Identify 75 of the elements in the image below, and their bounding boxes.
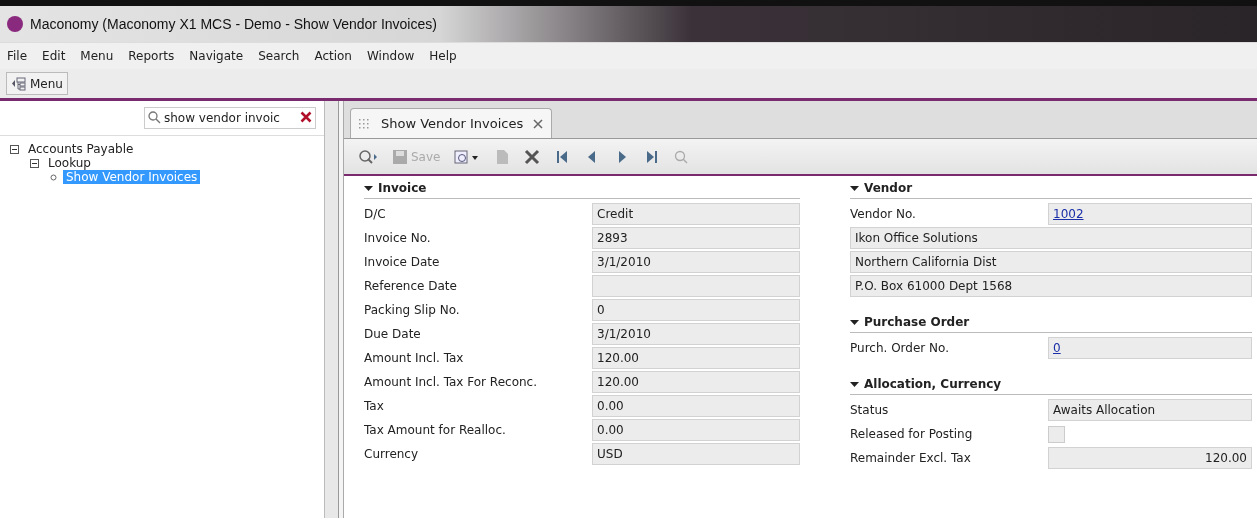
field-label: Amount Incl. Tax <box>364 351 465 365</box>
link-field[interactable]: 0 <box>1048 337 1252 359</box>
tab[interactable]: Show Vendor Invoices <box>350 108 553 138</box>
section-title: Invoice <box>378 181 427 195</box>
field-label: Reference Date <box>364 279 458 293</box>
field-label: Amount Incl. Tax For Reconc. <box>364 375 538 389</box>
menu-item[interactable]: Help <box>429 49 457 63</box>
checkbox[interactable] <box>1048 425 1065 443</box>
search-icon <box>358 148 378 165</box>
text-field[interactable]: 120.00 <box>592 371 800 393</box>
delete-icon <box>524 148 541 165</box>
collapse-icon[interactable] <box>10 144 19 154</box>
text-field[interactable]: 3/1/2010 <box>592 251 800 273</box>
bullet-icon <box>50 173 57 181</box>
section-title: Purchase Order <box>864 315 970 329</box>
field-link[interactable]: 0 <box>1053 341 1061 355</box>
clear-icon[interactable] <box>300 111 312 123</box>
tree-menu-icon <box>11 75 27 92</box>
menu-item[interactable]: Navigate <box>189 49 244 63</box>
expanded-icon[interactable] <box>364 184 373 192</box>
document-icon <box>494 148 511 165</box>
expanded-icon[interactable] <box>850 184 859 192</box>
text-field[interactable]: Credit <box>592 203 800 225</box>
address-field[interactable]: P.O. Box 61000 Dept 1568 <box>850 275 1252 297</box>
save-icon <box>392 148 408 165</box>
tree-item[interactable]: Accounts Payable <box>25 142 137 156</box>
field-label: Remainder Excl. Tax <box>850 451 972 465</box>
search-field[interactable]: show vendor invoic <box>144 107 316 129</box>
expanded-icon[interactable] <box>850 318 859 326</box>
print-preview-icon <box>454 148 481 165</box>
text-field[interactable] <box>592 275 800 297</box>
text-field[interactable]: 2893 <box>592 227 800 249</box>
menu-item[interactable]: Search <box>258 49 300 63</box>
text-field[interactable]: Awaits Allocation <box>1048 399 1252 421</box>
field-label: Invoice Date <box>364 255 441 269</box>
field-label: Packing Slip No. <box>364 303 461 317</box>
app-logo-icon <box>6 15 24 33</box>
menu-item[interactable]: File <box>7 49 28 63</box>
menu-item[interactable]: Edit <box>42 49 66 63</box>
text-field[interactable]: 0 <box>592 299 800 321</box>
menu-item[interactable]: Reports <box>128 49 175 63</box>
section-title: Allocation, Currency <box>864 377 1002 391</box>
menu-item[interactable]: Window <box>367 49 415 63</box>
pane-splitter[interactable] <box>325 101 344 518</box>
text-field[interactable]: USD <box>592 443 800 465</box>
menu-item[interactable]: Menu <box>80 49 114 63</box>
text-field[interactable]: 0.00 <box>592 419 800 441</box>
expanded-icon[interactable] <box>850 380 859 388</box>
amount-field[interactable]: 120.00 <box>1048 447 1252 469</box>
field-label: D/C <box>364 207 387 221</box>
text-field[interactable]: 120.00 <box>592 347 800 369</box>
field-label: Due Date <box>364 327 422 341</box>
section-title: Vendor <box>864 181 913 195</box>
field-label: Tax Amount for Realloc. <box>364 423 507 437</box>
field-label: Invoice No. <box>364 231 432 245</box>
text-field[interactable]: 0.00 <box>592 395 800 417</box>
tree-item[interactable]: Lookup <box>45 156 94 170</box>
field-label: Currency <box>364 447 420 461</box>
field-label: Status <box>850 403 890 417</box>
field-link[interactable]: 1002 <box>1053 207 1084 221</box>
field-label: Vendor No. <box>850 207 917 221</box>
address-field[interactable]: Ikon Office Solutions <box>850 227 1252 249</box>
drag-handle-icon[interactable] <box>359 118 371 129</box>
text-field[interactable]: 3/1/2010 <box>592 323 800 345</box>
close-icon[interactable] <box>533 118 544 129</box>
field-label: Purch. Order No. <box>850 341 950 355</box>
address-field[interactable]: Northern California Dist <box>850 251 1252 273</box>
menu-item[interactable]: Action <box>314 49 352 63</box>
menu-button[interactable]: Menu <box>6 72 68 95</box>
collapse-icon[interactable] <box>30 158 39 168</box>
field-label: Tax <box>364 399 385 413</box>
link-field[interactable]: 1002 <box>1048 203 1252 225</box>
window-title: Maconomy (Maconomy X1 MCS - Demo - Show Vendor Invoices) <box>30 16 437 32</box>
field-label: Released for Posting <box>850 427 974 441</box>
search-icon <box>148 111 161 124</box>
